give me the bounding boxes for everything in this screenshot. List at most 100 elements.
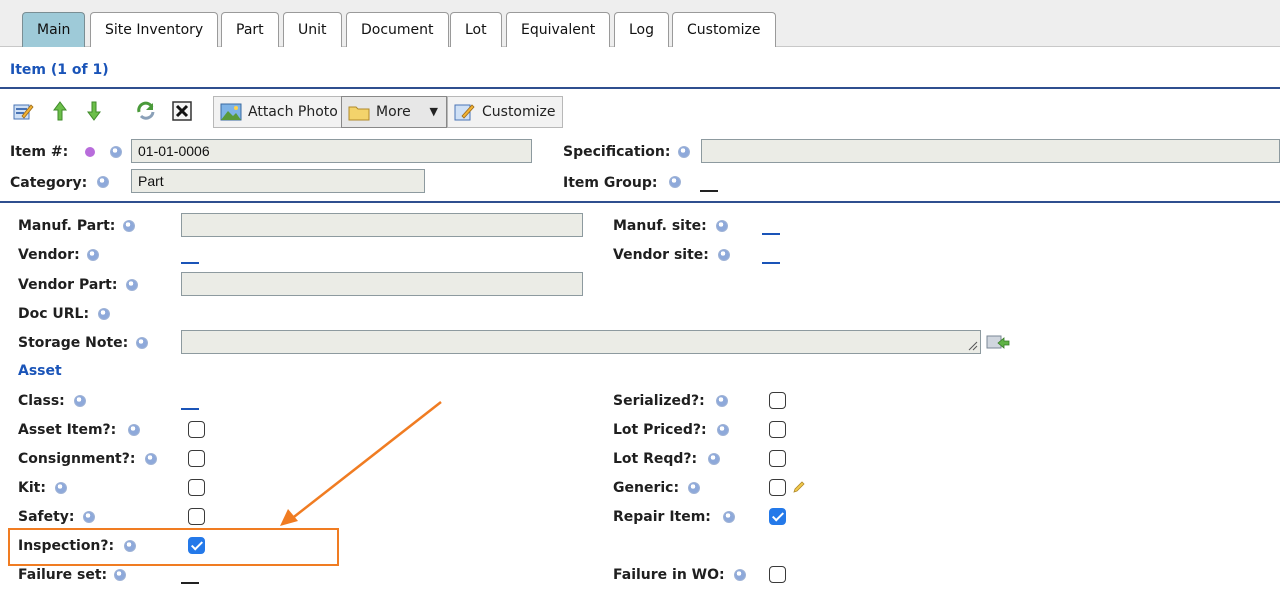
info-icon[interactable]	[87, 249, 99, 261]
manuf-part-field[interactable]	[181, 213, 583, 237]
lot-reqd-label: Lot Reqd?:	[613, 451, 698, 467]
info-icon[interactable]	[678, 146, 690, 158]
tab-document[interactable]: Document	[346, 12, 449, 47]
info-icon[interactable]	[717, 424, 729, 436]
serialized-checkbox[interactable]	[769, 392, 786, 409]
safety-checkbox[interactable]	[188, 508, 205, 525]
generic-label: Generic:	[613, 480, 680, 496]
failure-set-label: Failure set:	[18, 567, 108, 583]
info-icon[interactable]	[110, 146, 122, 158]
doc-url-label: Doc URL:	[18, 306, 90, 322]
info-icon[interactable]	[669, 176, 681, 188]
info-icon[interactable]	[83, 511, 95, 523]
info-icon[interactable]	[716, 395, 728, 407]
info-icon[interactable]	[145, 453, 157, 465]
tab-main[interactable]: Main	[22, 12, 86, 47]
info-icon[interactable]	[688, 482, 700, 494]
storage-note-field[interactable]	[181, 330, 981, 354]
kit-label: Kit:	[18, 480, 46, 496]
manuf-part-label: Manuf. Part:	[18, 218, 116, 234]
info-icon[interactable]	[708, 453, 720, 465]
vendor-part-field[interactable]	[181, 272, 583, 296]
failure-in-wo-checkbox[interactable]	[769, 566, 786, 583]
category-label: Category:	[10, 175, 88, 191]
tab-site-inventory[interactable]: Site Inventory	[90, 12, 219, 47]
info-icon[interactable]	[97, 176, 109, 188]
serialized-label: Serialized?:	[613, 393, 705, 409]
vendor-label: Vendor:	[18, 247, 80, 263]
required-icon	[85, 147, 95, 157]
more-dropdown[interactable]: More ▼	[341, 96, 447, 128]
info-icon[interactable]	[126, 279, 138, 291]
tab-customize[interactable]: Customize	[672, 12, 776, 47]
item-no-field[interactable]: 01-01-0006	[131, 139, 532, 163]
info-icon[interactable]	[734, 569, 746, 581]
item-group-value[interactable]	[700, 190, 718, 192]
repair-item-checkbox[interactable]	[769, 508, 786, 525]
class-label: Class:	[18, 393, 65, 409]
lot-priced-label: Lot Priced?:	[613, 422, 707, 438]
storage-note-label: Storage Note:	[18, 335, 129, 351]
customize-icon	[454, 104, 475, 121]
info-icon[interactable]	[55, 482, 67, 494]
class-link[interactable]	[181, 408, 199, 410]
arrow-down-icon[interactable]	[83, 100, 105, 122]
attach-photo-button[interactable]: Attach Photo	[213, 96, 345, 128]
failure-in-wo-label: Failure in WO:	[613, 567, 725, 583]
customize-label: Customize	[482, 104, 556, 120]
manuf-site-label: Manuf. site:	[613, 218, 707, 234]
asset-item-label: Asset Item?:	[18, 422, 117, 438]
item-no-label: Item #:	[10, 144, 69, 160]
highlight-box	[8, 528, 339, 566]
chevron-down-icon: ▼	[429, 105, 438, 118]
info-icon[interactable]	[98, 308, 110, 320]
tab-lot[interactable]: Lot	[450, 12, 502, 47]
info-icon[interactable]	[136, 337, 148, 349]
lot-priced-checkbox[interactable]	[769, 421, 786, 438]
vendor-site-label: Vendor site:	[613, 247, 709, 263]
info-icon[interactable]	[74, 395, 86, 407]
tab-equivalent[interactable]: Equivalent	[506, 12, 611, 47]
more-label: More	[376, 104, 411, 120]
vendor-link[interactable]	[181, 262, 199, 264]
category-field[interactable]: Part	[131, 169, 425, 193]
safety-label: Safety:	[18, 509, 75, 525]
item-group-label: Item Group:	[563, 175, 658, 191]
info-icon[interactable]	[723, 511, 735, 523]
vendor-site-link[interactable]	[762, 262, 780, 264]
arrow-up-icon[interactable]	[49, 100, 71, 122]
section-divider	[0, 201, 1280, 203]
manuf-site-link[interactable]	[762, 233, 780, 235]
failure-set-value[interactable]	[181, 582, 199, 584]
asset-item-checkbox[interactable]	[188, 421, 205, 438]
asset-section-heading: Asset	[18, 363, 62, 379]
tab-part[interactable]: Part	[221, 12, 279, 47]
delete-icon[interactable]	[171, 100, 193, 122]
info-icon[interactable]	[716, 220, 728, 232]
folder-icon	[348, 106, 370, 121]
tab-unit[interactable]: Unit	[283, 12, 342, 47]
repair-item-label: Repair Item:	[613, 509, 711, 525]
annotation-arrow-icon	[280, 401, 442, 526]
specification-label: Specification:	[563, 144, 671, 160]
info-icon[interactable]	[123, 220, 135, 232]
pencil-icon[interactable]	[792, 480, 806, 494]
generic-checkbox[interactable]	[769, 479, 786, 496]
vendor-part-label: Vendor Part:	[18, 277, 118, 293]
lot-reqd-checkbox[interactable]	[769, 450, 786, 467]
info-icon[interactable]	[128, 424, 140, 436]
refresh-icon[interactable]	[135, 100, 157, 122]
specification-field[interactable]	[701, 139, 1280, 163]
edit-icon[interactable]	[12, 100, 34, 122]
tab-bar: Main Site Inventory Part Unit Document L…	[0, 0, 1280, 47]
info-icon[interactable]	[114, 569, 126, 581]
kit-checkbox[interactable]	[188, 479, 205, 496]
customize-button[interactable]: Customize	[447, 96, 563, 128]
expand-note-icon[interactable]	[986, 334, 1010, 352]
toolbar: Attach Photo More ▼ Customize	[0, 95, 1280, 131]
consignment-checkbox[interactable]	[188, 450, 205, 467]
item-header: Item (1 of 1)	[10, 62, 109, 78]
tab-log[interactable]: Log	[614, 12, 670, 47]
info-icon[interactable]	[718, 249, 730, 261]
resize-handle-icon[interactable]	[968, 341, 978, 351]
